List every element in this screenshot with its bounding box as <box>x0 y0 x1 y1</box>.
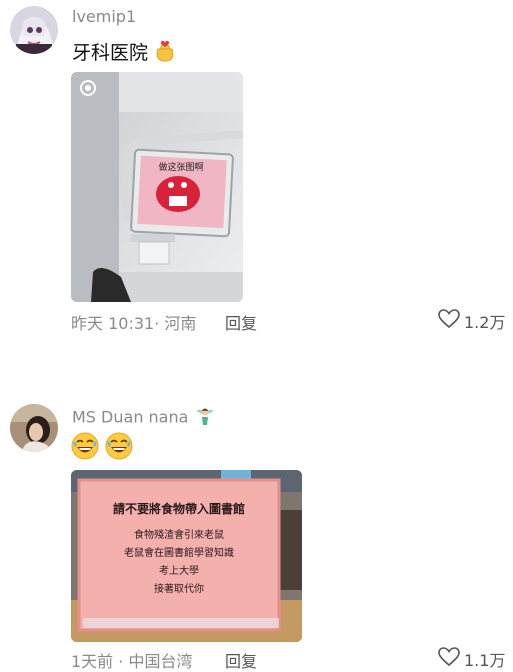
reply-button[interactable]: 回复 <box>225 310 257 334</box>
avatar[interactable] <box>10 6 58 54</box>
username-text: MS Duan nana <box>72 407 189 427</box>
comment-meta: 昨天 10:31· 河南 <box>71 314 197 333</box>
like-button[interactable]: 1.1万 <box>438 647 505 671</box>
lucky-bag-icon <box>154 39 176 68</box>
comment-photo[interactable]: 做这张图啊 <box>71 72 243 302</box>
laugh-sweat-icon <box>105 432 133 465</box>
like-count: 1.1万 <box>464 651 506 670</box>
sign-title: 請不要將食物帶入圖書館 <box>112 502 245 516</box>
like-count: 1.2万 <box>464 313 506 332</box>
comment-text: 牙科医院 <box>72 38 176 68</box>
avatar[interactable] <box>10 404 58 452</box>
comment-meta: 1天前 · 中国台湾 <box>71 652 193 671</box>
sign-line: 老鼠會在圖書館學習知識 <box>124 548 234 559</box>
username[interactable]: lvemip1 <box>72 7 136 26</box>
reply-button[interactable]: 回复 <box>225 648 257 672</box>
comment-body: 牙科医院 <box>72 42 149 64</box>
heart-icon <box>438 309 460 333</box>
heart-icon <box>438 647 460 671</box>
comment-emojis <box>71 432 133 465</box>
like-button[interactable]: 1.2万 <box>438 309 505 333</box>
comment-photo[interactable]: 請不要將食物帶入圖書館 食物殘渣會引來老鼠 老鼠會在圖書館學習知識 考上大學 接… <box>71 470 302 642</box>
sign-line: 接著取代你 <box>154 584 204 595</box>
sign-line: 考上大學 <box>159 566 199 577</box>
sign-line: 食物殘渣會引來老鼠 <box>134 530 224 541</box>
screen-text: 做这张图啊 <box>158 161 203 173</box>
username[interactable]: MS Duan nana <box>72 405 216 431</box>
laugh-sweat-icon <box>71 432 99 465</box>
fairy-icon <box>194 405 216 431</box>
